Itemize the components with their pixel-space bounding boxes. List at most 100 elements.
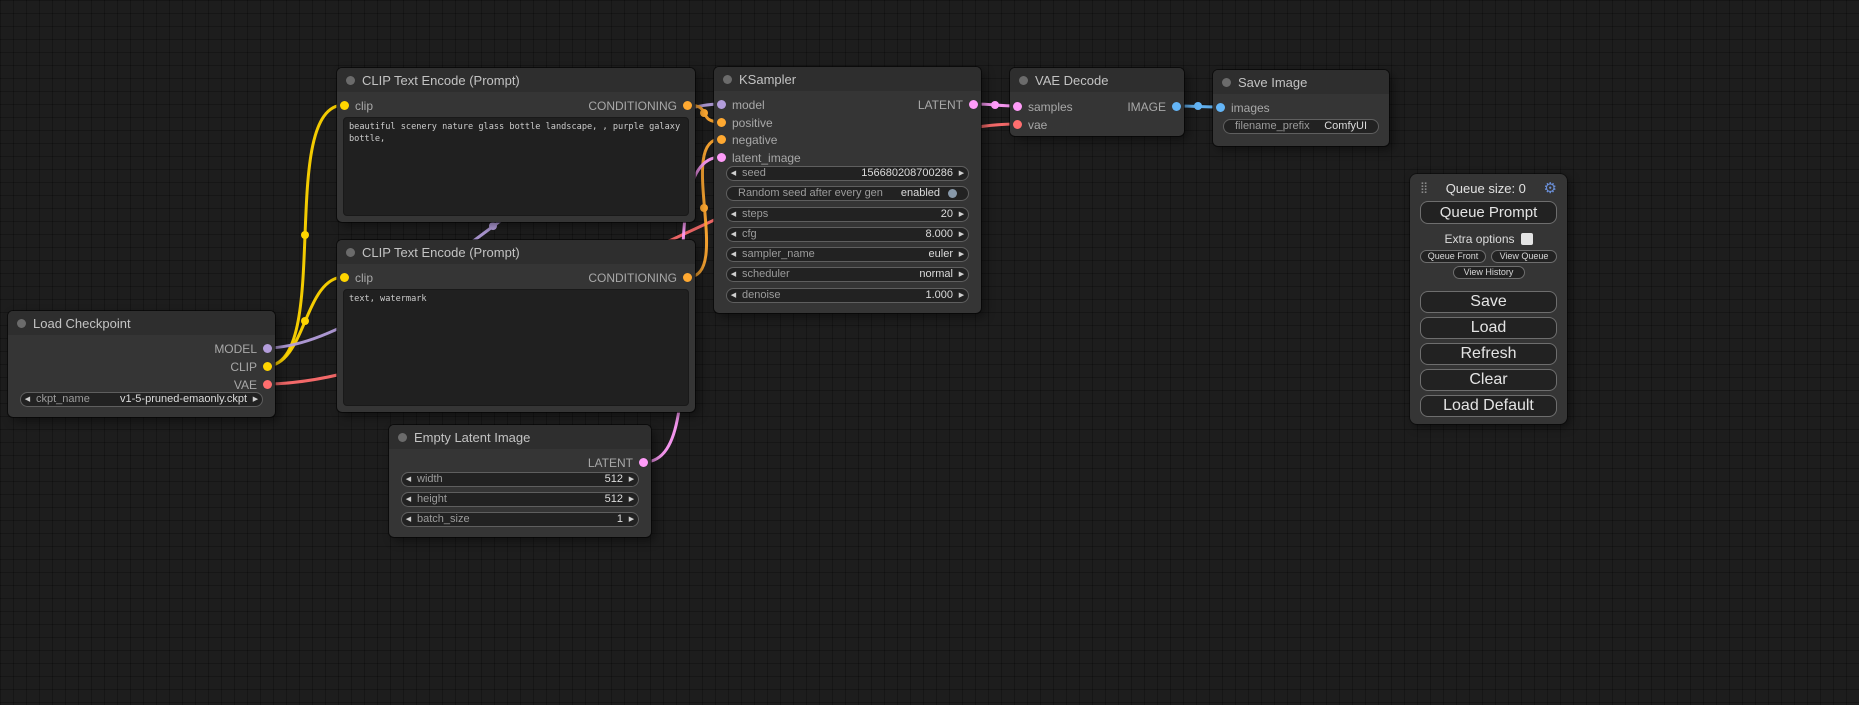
comfyui-app: { "colors": { "model": "#B39DDB", "clip"… xyxy=(0,0,1859,705)
width-widget[interactable]: width 512 xyxy=(401,472,639,487)
decrement-arrow-icon[interactable] xyxy=(727,288,740,303)
vae-input-dot[interactable] xyxy=(1013,120,1022,129)
filename-prefix-widget[interactable]: filename_prefix ComfyUI xyxy=(1223,119,1379,134)
node-vae-decode[interactable]: VAE Decode samples vae IMAGE xyxy=(1010,68,1184,136)
queue-prompt-button[interactable]: Queue Prompt xyxy=(1420,201,1557,224)
model-input-dot[interactable] xyxy=(717,100,726,109)
node-title-bar[interactable]: Empty Latent Image xyxy=(389,425,651,449)
latent-image-input-dot[interactable] xyxy=(717,153,726,162)
node-title: VAE Decode xyxy=(1035,73,1108,88)
node-collapse-dot-icon[interactable] xyxy=(1019,76,1028,85)
positive-input-dot[interactable] xyxy=(717,118,726,127)
increment-arrow-icon[interactable] xyxy=(625,492,638,507)
view-queue-button[interactable]: View Queue xyxy=(1491,250,1557,263)
cfg-widget[interactable]: cfg 8.000 xyxy=(726,227,969,242)
extra-options-checkbox[interactable] xyxy=(1521,233,1533,245)
next-value-arrow-icon[interactable] xyxy=(955,247,968,262)
images-input-dot[interactable] xyxy=(1216,103,1225,112)
decrement-arrow-icon[interactable] xyxy=(402,492,415,507)
widget-value: 20 xyxy=(941,207,953,222)
increment-arrow-icon[interactable] xyxy=(955,166,968,181)
node-empty-latent-image[interactable]: Empty Latent Image LATENT width 512 heig… xyxy=(389,425,651,537)
widget-value: 512 xyxy=(605,472,623,487)
refresh-button[interactable]: Refresh xyxy=(1420,343,1557,365)
node-clip-text-encode-negative[interactable]: CLIP Text Encode (Prompt) clip CONDITION… xyxy=(337,240,695,412)
slot-label: IMAGE xyxy=(1127,100,1166,114)
queue-front-button[interactable]: Queue Front xyxy=(1420,250,1486,263)
node-ksampler[interactable]: KSampler model positive negative latent_… xyxy=(714,67,981,313)
batch-size-widget[interactable]: batch_size 1 xyxy=(401,512,639,527)
clip-input-dot[interactable] xyxy=(340,101,349,110)
vae-output-dot[interactable] xyxy=(263,380,272,389)
scheduler-widget[interactable]: scheduler normal xyxy=(726,267,969,282)
random-seed-toggle-widget[interactable]: Random seed after every gen enabled xyxy=(726,186,969,201)
node-collapse-dot-icon[interactable] xyxy=(346,76,355,85)
link-midpoint-dot xyxy=(489,222,497,230)
load-button[interactable]: Load xyxy=(1420,317,1557,339)
node-collapse-dot-icon[interactable] xyxy=(17,319,26,328)
drag-handle-icon[interactable] xyxy=(1420,183,1428,194)
node-title-bar[interactable]: CLIP Text Encode (Prompt) xyxy=(337,240,695,264)
node-load-checkpoint[interactable]: Load Checkpoint MODEL CLIP VAE ckpt_name… xyxy=(8,311,275,417)
decrement-arrow-icon[interactable] xyxy=(727,227,740,242)
positive-prompt-textarea[interactable]: beautiful scenery nature glass bottle la… xyxy=(343,117,689,216)
load-default-button[interactable]: Load Default xyxy=(1420,395,1557,417)
clip-input-dot[interactable] xyxy=(340,273,349,282)
view-history-button[interactable]: View History xyxy=(1453,266,1525,279)
negative-prompt-textarea[interactable]: text, watermark xyxy=(343,289,689,406)
model-output-dot[interactable] xyxy=(263,344,272,353)
widget-value: 8.000 xyxy=(925,227,953,242)
increment-arrow-icon[interactable] xyxy=(625,512,638,527)
increment-arrow-icon[interactable] xyxy=(955,207,968,222)
decrement-arrow-icon[interactable] xyxy=(727,207,740,222)
conditioning-output-dot[interactable] xyxy=(683,273,692,282)
next-value-arrow-icon[interactable] xyxy=(955,267,968,282)
decrement-arrow-icon[interactable] xyxy=(402,512,415,527)
prev-value-arrow-icon[interactable] xyxy=(727,247,740,262)
seed-widget[interactable]: seed 156680208700286 xyxy=(726,166,969,181)
node-clip-text-encode-positive[interactable]: CLIP Text Encode (Prompt) clip CONDITION… xyxy=(337,68,695,222)
node-title-bar[interactable]: VAE Decode xyxy=(1010,68,1184,92)
next-value-arrow-icon[interactable] xyxy=(955,288,968,303)
settings-gear-icon[interactable] xyxy=(1544,181,1557,196)
node-collapse-dot-icon[interactable] xyxy=(723,75,732,84)
node-title: CLIP Text Encode (Prompt) xyxy=(362,245,520,260)
steps-widget[interactable]: steps 20 xyxy=(726,207,969,222)
decrement-arrow-icon[interactable] xyxy=(402,472,415,487)
toggle-knob-icon[interactable] xyxy=(948,189,957,198)
increment-arrow-icon[interactable] xyxy=(955,227,968,242)
node-save-image[interactable]: Save Image images filename_prefix ComfyU… xyxy=(1213,70,1389,146)
negative-input-dot[interactable] xyxy=(717,135,726,144)
latent-output-dot[interactable] xyxy=(639,458,648,467)
node-title-bar[interactable]: CLIP Text Encode (Prompt) xyxy=(337,68,695,92)
clear-button[interactable]: Clear xyxy=(1420,369,1557,391)
node-title-bar[interactable]: KSampler xyxy=(714,67,981,91)
link-midpoint-dot xyxy=(700,109,708,117)
samples-input-dot[interactable] xyxy=(1013,102,1022,111)
node-collapse-dot-icon[interactable] xyxy=(398,433,407,442)
node-collapse-dot-icon[interactable] xyxy=(346,248,355,257)
increment-arrow-icon[interactable] xyxy=(625,472,638,487)
ckpt-name-widget[interactable]: ckpt_name v1-5-pruned-emaonly.ckpt xyxy=(20,392,263,407)
prev-value-arrow-icon[interactable] xyxy=(727,267,740,282)
widget-label: sampler_name xyxy=(742,247,815,262)
slot-label: clip xyxy=(355,99,373,113)
next-value-arrow-icon[interactable] xyxy=(249,392,262,407)
sampler-name-widget[interactable]: sampler_name euler xyxy=(726,247,969,262)
height-widget[interactable]: height 512 xyxy=(401,492,639,507)
image-output-dot[interactable] xyxy=(1172,102,1181,111)
node-title-bar[interactable]: Load Checkpoint xyxy=(8,311,275,335)
decrement-arrow-icon[interactable] xyxy=(727,166,740,181)
output-slot-vae: VAE xyxy=(234,377,272,392)
node-collapse-dot-icon[interactable] xyxy=(1222,78,1231,87)
save-button[interactable]: Save xyxy=(1420,291,1557,313)
widget-value: normal xyxy=(919,267,953,282)
node-title-bar[interactable]: Save Image xyxy=(1213,70,1389,94)
denoise-widget[interactable]: denoise 1.000 xyxy=(726,288,969,303)
latent-output-dot[interactable] xyxy=(969,100,978,109)
clip-output-dot[interactable] xyxy=(263,362,272,371)
conditioning-output-dot[interactable] xyxy=(683,101,692,110)
prev-value-arrow-icon[interactable] xyxy=(21,392,34,407)
slot-label: MODEL xyxy=(214,342,257,356)
input-slot-negative: negative xyxy=(717,132,777,147)
